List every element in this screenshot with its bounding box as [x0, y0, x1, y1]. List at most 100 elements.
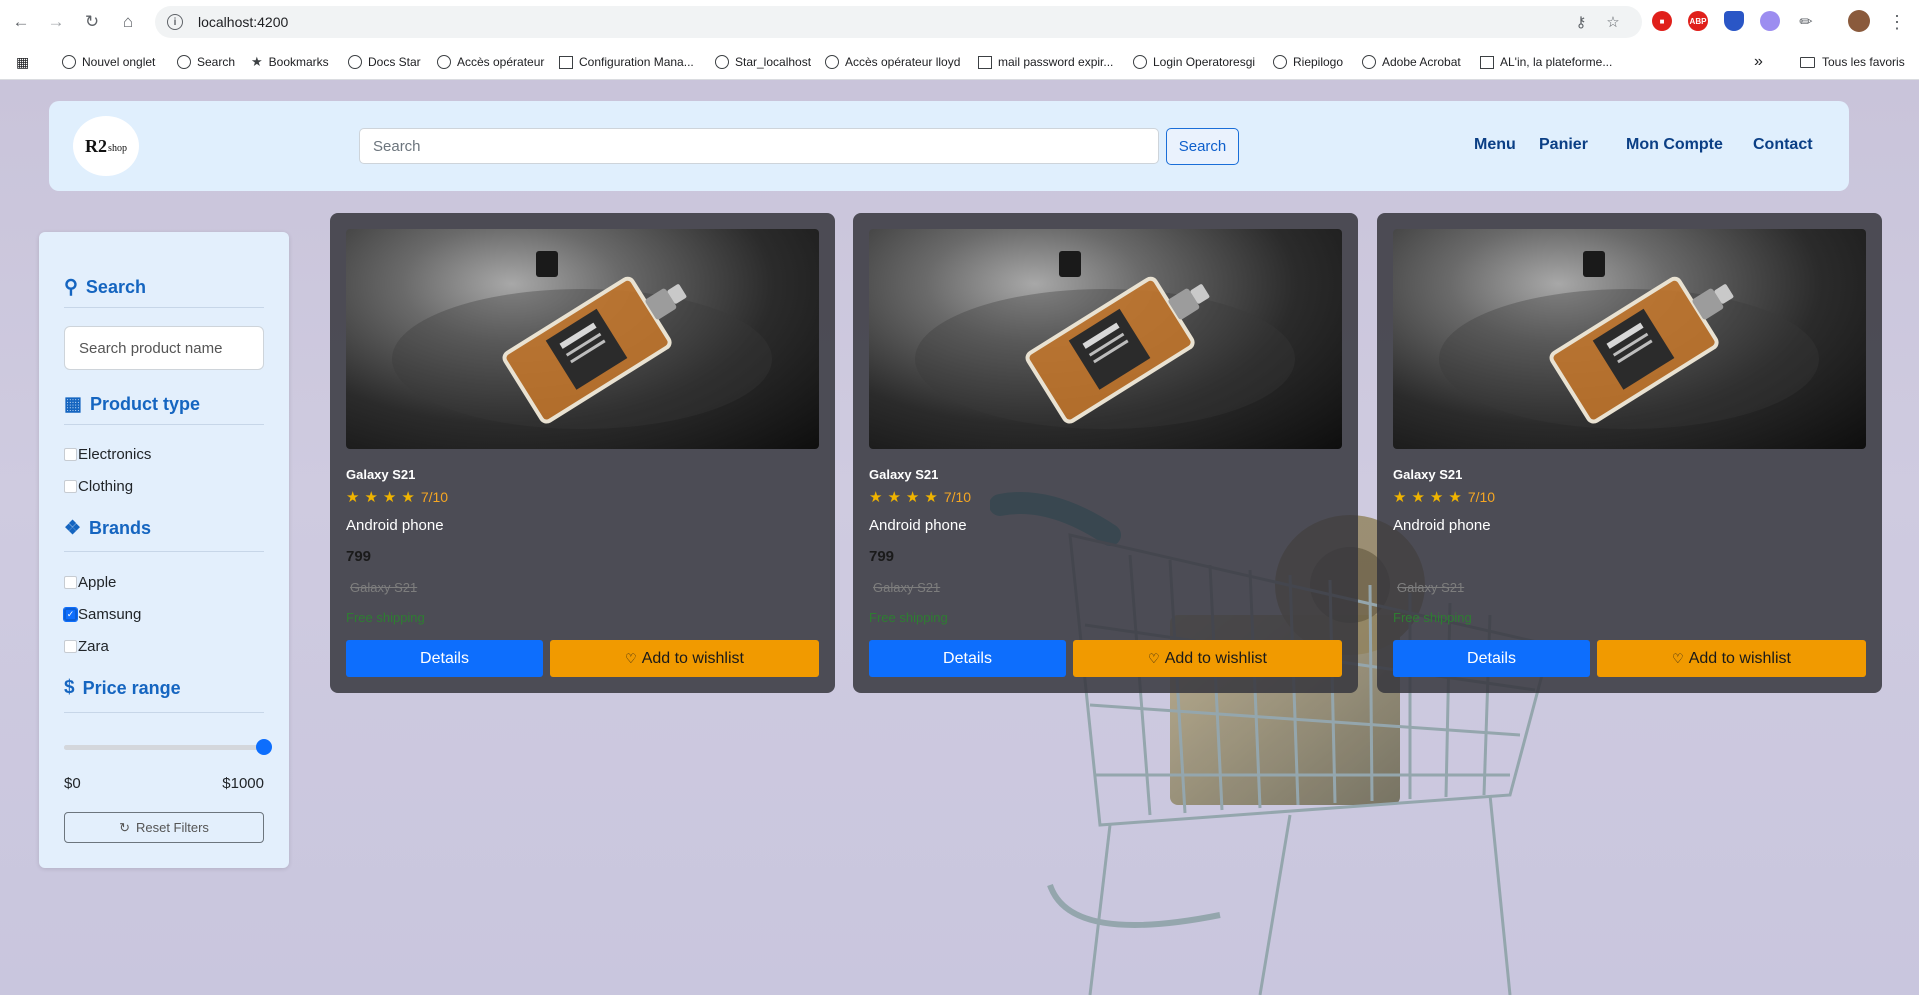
nav-link-panier[interactable]: Panier — [1539, 136, 1588, 154]
bookmark-label: Configuration Mana... — [579, 55, 694, 69]
filter-sidebar: ⚲ Search Search product name ▦ Product t… — [39, 232, 289, 868]
star-icon: ★ — [401, 489, 415, 506]
nav-link-mon-compte[interactable]: Mon Compte — [1626, 136, 1723, 154]
reload-icon[interactable]: ↻ — [80, 10, 104, 34]
globe-icon — [715, 55, 729, 69]
home-icon[interactable]: ⌂ — [116, 10, 140, 34]
product-image[interactable] — [346, 229, 819, 449]
search-section-label: Search — [85, 277, 146, 297]
rating-text: 7/10 — [1467, 489, 1496, 505]
all-bookmarks-label: Tous les favoris — [1822, 55, 1905, 69]
product-description: Android phone — [346, 517, 444, 534]
bookmark-item[interactable]: Accès opérateur — [437, 53, 544, 71]
more-bookmarks-chevron-icon[interactable]: » — [1754, 53, 1763, 71]
bookmark-item[interactable]: Accès opérateur lloyd — [825, 53, 960, 71]
nav-link-contact[interactable]: Contact — [1753, 136, 1813, 154]
all-bookmarks-folder[interactable]: Tous les favoris — [1800, 53, 1905, 71]
bookmark-label: Riepilogo — [1293, 55, 1344, 69]
add-to-wishlist-button[interactable]: ♡ Add to wishlist — [1073, 640, 1342, 677]
shield-extension-icon[interactable] — [1724, 11, 1744, 31]
refresh-icon: ↻ — [119, 819, 130, 835]
checkbox-box-checked[interactable]: ✓ — [63, 607, 78, 622]
site-navbar: R2 shop Search Search Menu Panier Mon Co… — [49, 101, 1849, 191]
profile-avatar[interactable] — [1848, 10, 1870, 32]
brand-apple-checkbox[interactable]: Apple — [64, 574, 116, 591]
dollar-icon: $ — [64, 677, 75, 698]
search-section-title: ⚲ Search — [64, 276, 146, 299]
details-button[interactable]: Details — [346, 640, 543, 677]
site-info-icon[interactable]: i — [167, 14, 183, 30]
adblock-extension-icon[interactable]: ■ — [1652, 11, 1672, 31]
page-icon — [559, 55, 573, 69]
brand-zara-checkbox[interactable]: Zara — [64, 638, 109, 655]
bookmark-item[interactable]: Search — [177, 53, 235, 71]
key-icon[interactable]: ⚷ — [1571, 12, 1591, 32]
checkbox-label: Clothing — [78, 478, 134, 495]
extensions-puzzle-icon[interactable]: ✏ — [1796, 12, 1816, 32]
navbar-search-input[interactable]: Search — [359, 128, 1159, 164]
bookmark-item[interactable]: Nouvel onglet — [62, 53, 155, 71]
bookmark-item[interactable]: Docs Star — [348, 53, 421, 71]
reset-filters-button[interactable]: ↻ Reset Filters — [64, 812, 264, 843]
star-icon: ★ — [924, 489, 938, 506]
site-logo[interactable]: R2 shop — [73, 116, 139, 176]
details-button[interactable]: Details — [869, 640, 1066, 677]
price-range-slider[interactable] — [64, 739, 272, 755]
bookmark-item[interactable]: Riepilogo — [1273, 53, 1343, 71]
bookmark-label: Bookmarks — [268, 55, 329, 69]
forward-arrow-icon[interactable]: → — [44, 10, 68, 34]
browser-toolbar: ← → ↻ ⌂ i localhost:4200 ⚷ ☆ ■ ABP ✏ ⋮ — [0, 0, 1919, 44]
add-to-wishlist-button[interactable]: ♡ Add to wishlist — [550, 640, 819, 677]
product-image[interactable] — [869, 229, 1342, 449]
add-to-wishlist-button[interactable]: ♡ Add to wishlist — [1597, 640, 1866, 677]
product-image[interactable] — [1393, 229, 1866, 449]
heart-icon: ♡ — [1148, 650, 1160, 666]
bookmark-label: Accès opérateur — [457, 55, 545, 69]
bookmark-star-icon[interactable]: ☆ — [1603, 12, 1623, 32]
back-arrow-icon[interactable]: ← — [9, 10, 33, 34]
bookmark-item[interactable]: mail password expir... — [978, 53, 1113, 71]
bookmark-item[interactable]: AL'in, la plateforme... — [1480, 53, 1612, 71]
rating-text: 7/10 — [943, 489, 972, 505]
divider — [64, 307, 264, 308]
abp-extension-icon[interactable]: ABP — [1688, 11, 1708, 31]
product-price: 799 — [869, 548, 895, 565]
apps-grid-icon[interactable]: ▦ — [16, 53, 29, 71]
wishlist-label: Add to wishlist — [1164, 649, 1267, 667]
globe-icon — [825, 55, 839, 69]
page-viewport: R2 shop Search Search Menu Panier Mon Co… — [0, 80, 1919, 995]
checkbox-box[interactable] — [64, 448, 77, 461]
star-icon: ★ — [346, 489, 360, 506]
bookmark-label: Search — [197, 55, 236, 69]
navbar-search-button[interactable]: Search — [1166, 128, 1239, 165]
price-range-thumb[interactable] — [256, 739, 272, 755]
globe-icon — [177, 55, 191, 69]
product-type-clothing-checkbox[interactable]: Clothing — [64, 478, 133, 495]
bookmark-item[interactable]: Adobe Acrobat — [1362, 53, 1461, 71]
bookmark-item[interactable]: ★ Bookmarks — [251, 53, 329, 71]
checkbox-box[interactable] — [64, 480, 77, 493]
product-rating: ★ ★ ★ ★ 7/10 — [869, 488, 971, 506]
star-icon: ★ — [1429, 489, 1444, 506]
product-type-electronics-checkbox[interactable]: Electronics — [64, 446, 151, 463]
address-bar[interactable]: i localhost:4200 — [155, 6, 1642, 38]
bookmark-item[interactable]: Login Operatoresgi — [1133, 53, 1255, 71]
checkbox-box[interactable] — [64, 576, 77, 589]
details-button[interactable]: Details — [1393, 640, 1590, 677]
checkbox-box[interactable] — [64, 640, 77, 653]
address-url[interactable]: localhost:4200 — [198, 14, 288, 30]
globe-icon — [437, 55, 451, 69]
nav-link-menu[interactable]: Menu — [1474, 136, 1516, 154]
bookmark-label: Star_localhost — [735, 55, 812, 69]
product-rating: ★ ★ ★ ★ 7/10 — [1393, 488, 1495, 506]
brand-samsung-checkbox[interactable]: ✓ Samsung — [63, 606, 141, 623]
bookmark-item[interactable]: Configuration Mana... — [559, 53, 694, 71]
product-name: Galaxy S21 — [346, 467, 416, 482]
product-name-search-input[interactable]: Search product name — [64, 326, 264, 370]
more-menu-icon[interactable]: ⋮ — [1887, 12, 1907, 32]
checkbox-label: Apple — [78, 574, 117, 591]
bookmark-item[interactable]: Star_localhost — [715, 53, 811, 71]
product-description: Android phone — [1393, 517, 1491, 534]
cloud-extension-icon[interactable] — [1760, 11, 1780, 31]
price-range-section-label: Price range — [82, 677, 181, 698]
